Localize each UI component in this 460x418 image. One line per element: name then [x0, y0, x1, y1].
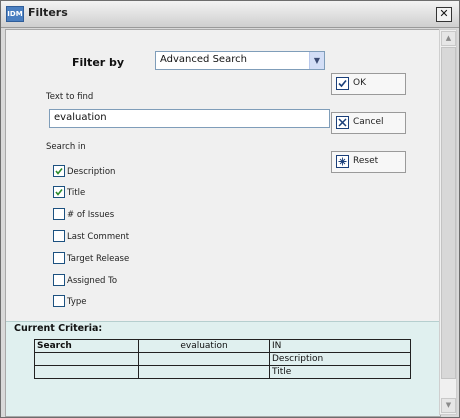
cancel-button[interactable]: Cancel — [331, 112, 406, 134]
close-button[interactable]: ✕ — [436, 7, 452, 22]
vertical-scrollbar[interactable]: ▲ ▼ — [439, 29, 457, 415]
text-to-find-label: Text to find — [46, 92, 94, 102]
cancel-label: Cancel — [353, 117, 384, 127]
table-row: Title — [34, 365, 411, 379]
checkbox-label: Title — [67, 188, 86, 198]
criteria-table: Search evaluation IN Description Title — [34, 339, 411, 379]
search-in-label: Search in — [46, 142, 86, 152]
current-criteria-panel: Current Criteria: Search evaluation IN D… — [6, 321, 440, 416]
table-cell: evaluation — [138, 339, 270, 353]
reset-icon — [336, 155, 349, 168]
filter-by-label: Filter by — [72, 56, 125, 69]
checkbox-label: Last Comment — [67, 232, 130, 242]
table-cell: Description — [269, 352, 411, 366]
reset-label: Reset — [353, 156, 379, 166]
cancel-icon — [336, 116, 349, 129]
checkbox[interactable] — [53, 165, 65, 177]
checkbox[interactable] — [53, 186, 65, 198]
filter-type-select[interactable]: Advanced Search ▼ — [155, 51, 325, 70]
checkbox-label: Target Release — [67, 254, 130, 264]
table-cell: Title — [269, 365, 411, 379]
checkbox-label: # of Issues — [67, 210, 115, 220]
check-icon — [336, 77, 349, 90]
checkbox[interactable] — [53, 274, 65, 286]
filters-dialog: IDM Filters ✕ Filter by Advanced Search … — [0, 0, 460, 418]
table-cell: Search — [34, 339, 139, 353]
ok-label: OK — [353, 78, 366, 88]
table-row: Description — [34, 352, 411, 366]
table-row: Search evaluation IN — [34, 339, 411, 353]
arrow-up-icon[interactable]: ▲ — [441, 31, 456, 46]
scrollbar-thumb[interactable] — [441, 47, 456, 379]
text-to-find-value: evaluation — [54, 112, 107, 123]
checkbox[interactable] — [53, 208, 65, 220]
checkbox[interactable] — [53, 230, 65, 242]
table-cell — [138, 352, 270, 366]
chevron-down-icon[interactable]: ▼ — [309, 52, 324, 69]
text-to-find-input[interactable]: evaluation — [49, 109, 330, 128]
filter-panel: Filter by Advanced Search ▼ Text to find… — [5, 29, 441, 417]
table-cell — [138, 365, 270, 379]
arrow-down-icon[interactable]: ▼ — [441, 398, 456, 413]
table-cell — [34, 352, 139, 366]
checkbox-label: Description — [67, 167, 116, 177]
current-criteria-title: Current Criteria: — [14, 323, 103, 334]
window-title: Filters — [28, 6, 68, 19]
filter-type-value: Advanced Search — [160, 54, 247, 65]
checkbox-label: Type — [67, 297, 87, 307]
checkbox-label: Assigned To — [67, 276, 118, 286]
app-logo-icon: IDM — [6, 6, 24, 22]
title-bar: IDM Filters ✕ — [1, 1, 459, 28]
ok-button[interactable]: OK — [331, 73, 406, 95]
table-cell: IN — [269, 339, 411, 353]
checkbox[interactable] — [53, 295, 65, 307]
close-icon: ✕ — [439, 7, 449, 20]
checkbox[interactable] — [53, 252, 65, 264]
table-cell — [34, 365, 139, 379]
reset-button[interactable]: Reset — [331, 151, 406, 173]
